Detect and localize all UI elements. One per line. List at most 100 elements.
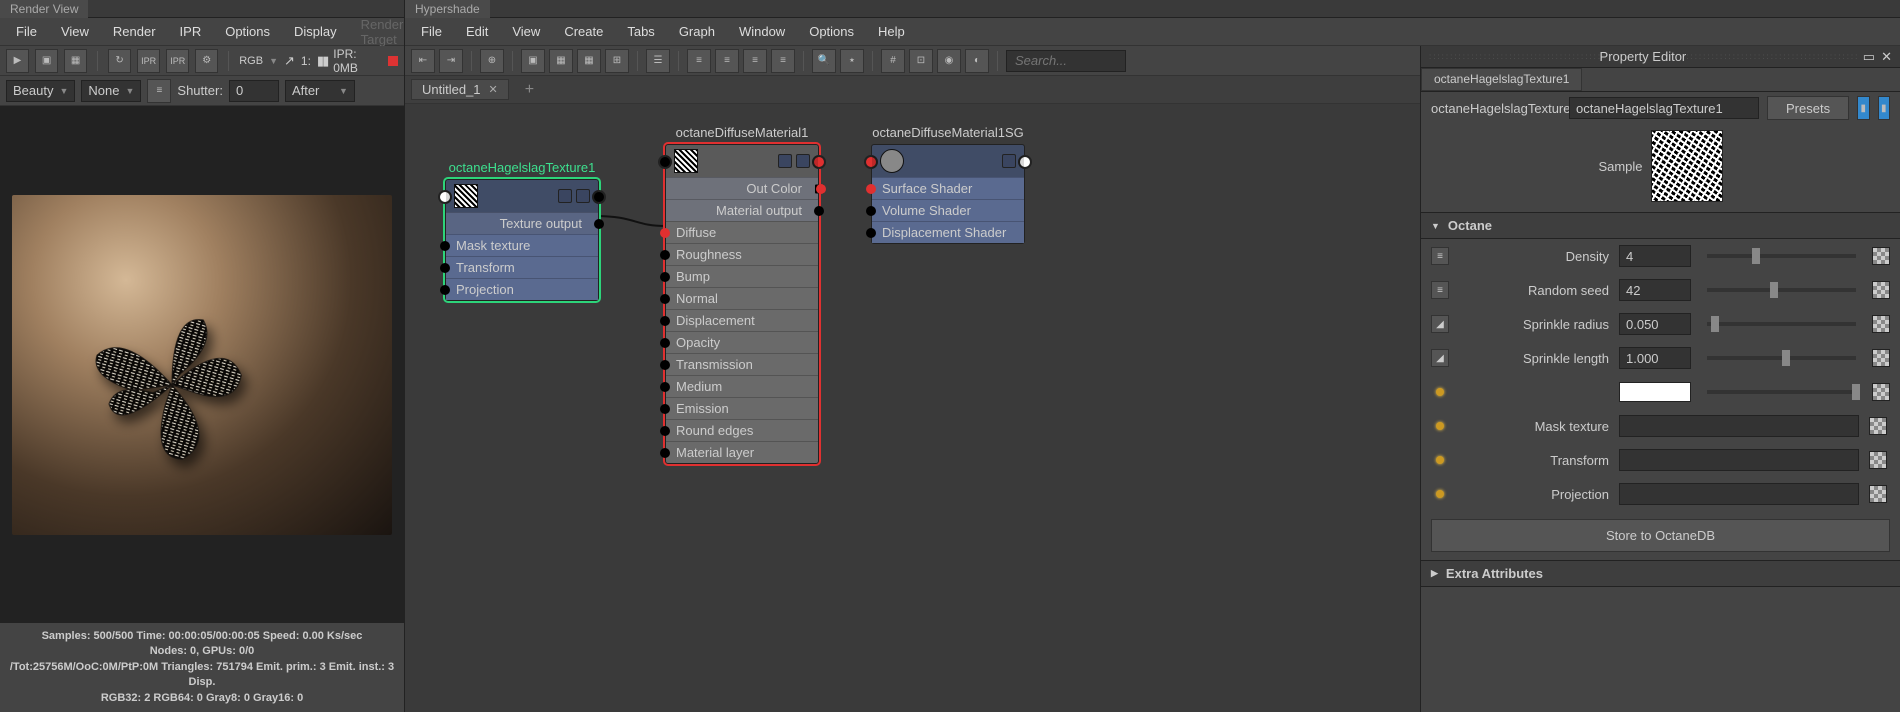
node-solo-icon[interactable] — [778, 154, 792, 168]
map-button-icon[interactable] — [1872, 349, 1890, 367]
port-icon[interactable] — [660, 404, 670, 414]
align-center-icon[interactable]: ≡ — [715, 49, 739, 73]
node-attr-roughness[interactable]: Roughness — [666, 243, 818, 265]
graph-add-icon[interactable]: ⊕ — [480, 49, 504, 73]
scale-icon[interactable]: ↗ — [284, 53, 295, 69]
node-attr-medium[interactable]: Medium — [666, 375, 818, 397]
port-icon[interactable] — [660, 360, 670, 370]
port-icon[interactable] — [660, 382, 670, 392]
map-button-icon[interactable] — [1869, 451, 1887, 469]
rv-menu-file[interactable]: File — [6, 20, 47, 43]
hs-menu-window[interactable]: Window — [729, 20, 795, 43]
graph-input-icon[interactable]: ⇤ — [411, 49, 435, 73]
node-attr-transmission[interactable]: Transmission — [666, 353, 818, 375]
ipr-refresh-icon[interactable]: ↻ — [108, 49, 131, 73]
ipr-start-icon[interactable]: IPR — [137, 49, 160, 73]
restore-icon[interactable]: ▭ — [1863, 49, 1875, 65]
port-icon[interactable] — [660, 448, 670, 458]
rv-menu-display[interactable]: Display — [284, 20, 347, 43]
graph-rearrange-icon[interactable]: ⊞ — [605, 49, 629, 73]
hs-menu-file[interactable]: File — [411, 20, 452, 43]
hs-menu-options[interactable]: Options — [799, 20, 864, 43]
render-region-icon[interactable]: ▣ — [35, 49, 58, 73]
align-left-icon[interactable]: ≡ — [687, 49, 711, 73]
render-pass-dropdown[interactable]: Beauty▼ — [6, 80, 75, 102]
port-icon[interactable] — [660, 228, 670, 238]
presets-button[interactable]: Presets — [1767, 96, 1849, 120]
align-right-icon[interactable]: ≡ — [743, 49, 767, 73]
port-icon[interactable] — [660, 338, 670, 348]
frame-all-icon[interactable]: ▣ — [521, 49, 545, 73]
node-search-input[interactable] — [1006, 50, 1126, 72]
connected-icon[interactable] — [1431, 485, 1449, 503]
map-button-icon[interactable] — [1872, 315, 1890, 333]
hs-menu-create[interactable]: Create — [554, 20, 613, 43]
shutter-field[interactable]: 0 — [229, 80, 279, 102]
layer-manager-icon[interactable]: ≡ — [147, 79, 171, 103]
color-swatch[interactable] — [1619, 382, 1691, 402]
attr-type-icon[interactable]: ≡ — [1431, 247, 1449, 265]
port-icon[interactable] — [866, 184, 876, 194]
node-expand-icon[interactable] — [576, 189, 590, 203]
node-hagelslag-texture[interactable]: octaneHagelslagTexture1 Texture output M… — [445, 179, 599, 301]
graph-clear1-icon[interactable]: ▦ — [549, 49, 573, 73]
close-icon[interactable]: ✕ — [1881, 49, 1892, 65]
port-icon[interactable] — [660, 250, 670, 260]
hs-menu-tabs[interactable]: Tabs — [617, 20, 664, 43]
port-icon[interactable] — [660, 272, 670, 282]
map-button-icon[interactable] — [1872, 281, 1890, 299]
transform-field[interactable] — [1619, 449, 1859, 471]
section-extra-attrs[interactable]: ▶ Extra Attributes — [1421, 560, 1900, 587]
projection-field[interactable] — [1619, 483, 1859, 505]
rv-menu-options[interactable]: Options — [215, 20, 280, 43]
port-icon[interactable] — [440, 263, 450, 273]
node-out-texture[interactable]: Texture output — [446, 212, 598, 234]
node-diffuse-material[interactable]: octaneDiffuseMaterial1 Out Color Materia… — [665, 144, 819, 464]
node-expand-icon[interactable] — [796, 154, 810, 168]
map-button-icon[interactable] — [1869, 485, 1887, 503]
color-slider[interactable] — [1707, 390, 1856, 394]
node-name-field[interactable] — [1569, 97, 1759, 119]
port-icon[interactable] — [440, 241, 450, 251]
node-attr-surface[interactable]: Surface Shader — [872, 177, 1024, 199]
material-viewer-icon[interactable]: ◐ — [965, 49, 989, 73]
shutter-timing-dropdown[interactable]: After▼ — [285, 80, 355, 102]
render-frame-icon[interactable]: ▶ — [6, 49, 29, 73]
connected-icon[interactable] — [1431, 451, 1449, 469]
graph-tab-untitled[interactable]: Untitled_1 ✕ — [411, 79, 509, 100]
rv-menu-render[interactable]: Render — [103, 20, 166, 43]
solo-icon[interactable]: ◉ — [937, 49, 961, 73]
attr-type-icon[interactable]: ◢ — [1431, 349, 1449, 367]
record-icon[interactable] — [388, 56, 398, 66]
port-icon[interactable] — [440, 285, 450, 295]
length-slider[interactable] — [1707, 356, 1856, 360]
pe-tab-node[interactable]: octaneHagelslagTexture1 — [1421, 68, 1582, 91]
map-button-icon[interactable] — [1872, 383, 1890, 401]
node-out-material[interactable]: Material output — [666, 199, 818, 221]
node-attr-projection[interactable]: Projection — [446, 278, 598, 300]
connected-icon[interactable] — [1431, 417, 1449, 435]
radius-slider[interactable] — [1707, 322, 1856, 326]
hs-menu-graph[interactable]: Graph — [669, 20, 725, 43]
snap-icon[interactable]: ⊡ — [909, 49, 933, 73]
node-attr-displacement[interactable]: Displacement — [666, 309, 818, 331]
layout-mode1-icon[interactable]: ☰ — [646, 49, 670, 73]
density-field[interactable] — [1619, 245, 1691, 267]
snapshot-icon[interactable]: ▦ — [64, 49, 87, 73]
attr-type-icon[interactable]: ≡ — [1431, 281, 1449, 299]
distribute-icon[interactable]: ≡ — [771, 49, 795, 73]
attr-type-icon[interactable]: ◢ — [1431, 315, 1449, 333]
add-tab-icon[interactable]: + — [517, 81, 542, 99]
port-icon[interactable] — [660, 316, 670, 326]
port-icon[interactable] — [660, 426, 670, 436]
seed-field[interactable] — [1619, 279, 1691, 301]
grid-icon[interactable]: # — [881, 49, 905, 73]
hs-menu-edit[interactable]: Edit — [456, 20, 498, 43]
seed-slider[interactable] — [1707, 288, 1856, 292]
pause-icon[interactable]: ▮▮ — [317, 53, 327, 69]
render-view-tab[interactable]: Render View — [0, 0, 88, 18]
port-icon[interactable] — [866, 228, 876, 238]
store-to-octanedb-button[interactable]: Store to OctaneDB — [1431, 519, 1890, 552]
node-attr-volume[interactable]: Volume Shader — [872, 199, 1024, 221]
port-icon[interactable] — [594, 219, 604, 229]
